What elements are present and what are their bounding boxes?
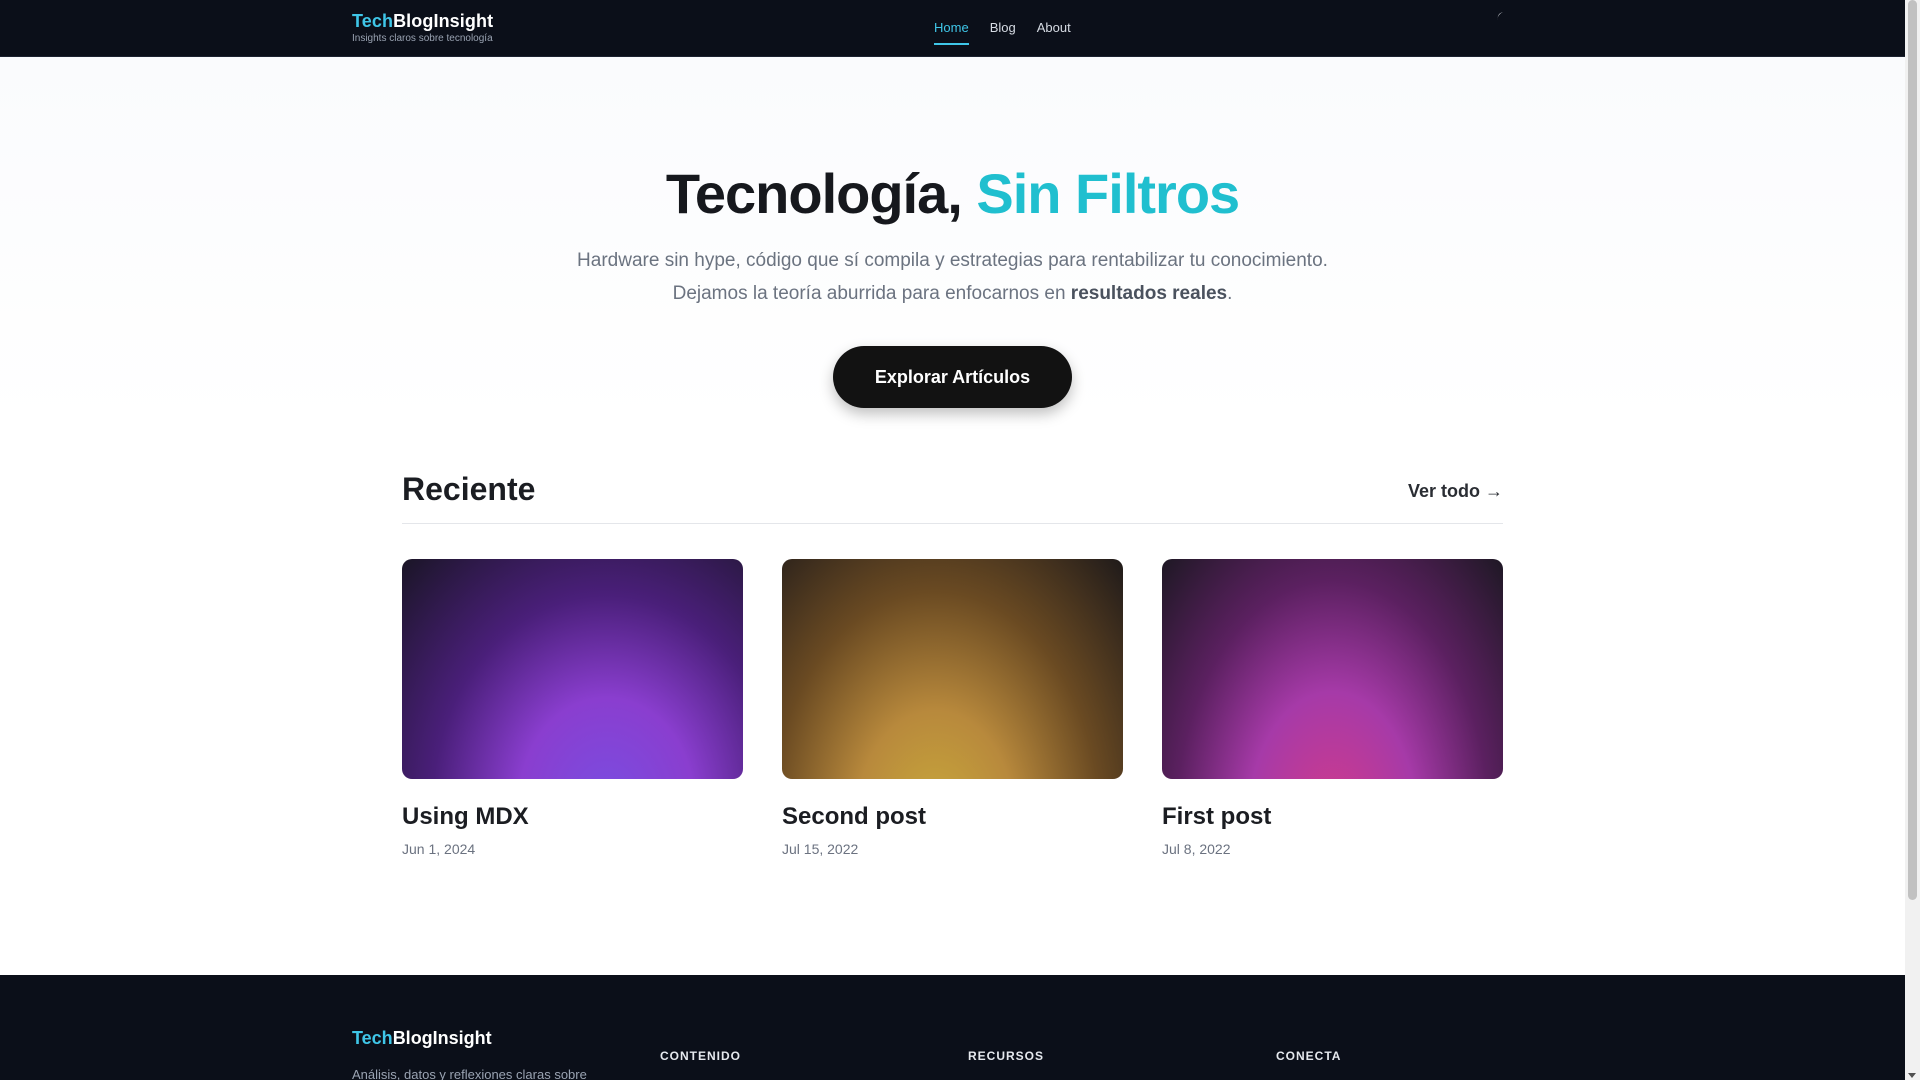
nav-blog[interactable]: Blog: [990, 20, 1016, 45]
post-date: Jul 15, 2022: [782, 841, 859, 857]
post-card[interactable]: First post Jul 8, 2022: [1162, 559, 1503, 857]
scrollbar-thumb[interactable]: [1908, 0, 1917, 900]
hero-subtitle-bold: resultados reales: [1070, 283, 1228, 304]
footer-description: Análisis, datos y reflexiones claras sob…: [352, 1067, 587, 1080]
nav-about[interactable]: About: [1037, 20, 1071, 45]
moon-icon: [1497, 12, 1503, 20]
footer-brand-rest: BlogInsight: [392, 1028, 492, 1048]
brand-tagline: Insights claros sobre tecnología: [352, 33, 493, 44]
brand-logo[interactable]: TechBlogInsight Insights claros sobre te…: [352, 11, 493, 44]
hero-subtitle: Hardware sin hype, código que sí compila…: [0, 244, 1905, 310]
brand-accent: Tech: [352, 11, 394, 31]
post-date: Jul 8, 2022: [1162, 841, 1231, 857]
theme-toggle-button[interactable]: [1494, 10, 1508, 24]
page-scrollbar[interactable]: [1905, 0, 1920, 1080]
hero-title: Tecnología, Sin Filtros: [0, 161, 1905, 226]
footer-column-heading: CONTENIDO: [660, 1049, 741, 1063]
post-date: Jun 1, 2024: [402, 841, 476, 857]
post-card[interactable]: Second post Jul 15, 2022: [782, 559, 1123, 857]
post-cover-image[interactable]: [1162, 559, 1503, 779]
post-card[interactable]: Using MDX Jun 1, 2024: [402, 559, 743, 857]
hero-section: Tecnología, Sin Filtros Hardware sin hyp…: [0, 57, 1905, 975]
nav-home[interactable]: Home: [934, 20, 969, 45]
post-cover-image[interactable]: [782, 559, 1123, 779]
footer-brand[interactable]: TechBlogInsight: [352, 1028, 492, 1049]
footer-column-heading: CONECTA: [1276, 1049, 1342, 1063]
hero-title-main: Tecnología,: [665, 162, 977, 225]
explore-articles-button[interactable]: Explorar Artículos: [833, 346, 1072, 408]
site-header: TechBlogInsight Insights claros sobre te…: [0, 0, 1905, 57]
hero-title-highlight: Sin Filtros: [976, 162, 1240, 225]
scroll-down-arrow-icon[interactable]: [1908, 1073, 1916, 1078]
see-all-link[interactable]: Ver todo →: [1408, 481, 1503, 502]
recent-title: Reciente: [402, 471, 536, 507]
main-nav: Home Blog About: [934, 20, 1071, 45]
hero-subtitle-line1: Hardware sin hype, código que sí compila…: [577, 250, 1328, 271]
hero-subtitle-line2-pre: Dejamos la teoría aburrida para enfocarn…: [672, 283, 1071, 304]
hero-subtitle-line2-post: .: [1227, 283, 1233, 304]
recent-header: Reciente Ver todo →: [402, 471, 1503, 524]
site-footer: TechBlogInsight Análisis, datos y reflex…: [0, 975, 1905, 1080]
brand-rest: BlogInsight: [393, 11, 494, 31]
post-title[interactable]: First post: [1162, 803, 1503, 831]
post-title[interactable]: Second post: [782, 803, 1123, 831]
footer-column-heading: RECURSOS: [968, 1049, 1045, 1063]
brand-name: TechBlogInsight: [352, 11, 493, 32]
footer-brand-accent: Tech: [352, 1028, 393, 1048]
post-cover-image[interactable]: [402, 559, 743, 779]
post-title[interactable]: Using MDX: [402, 803, 743, 831]
